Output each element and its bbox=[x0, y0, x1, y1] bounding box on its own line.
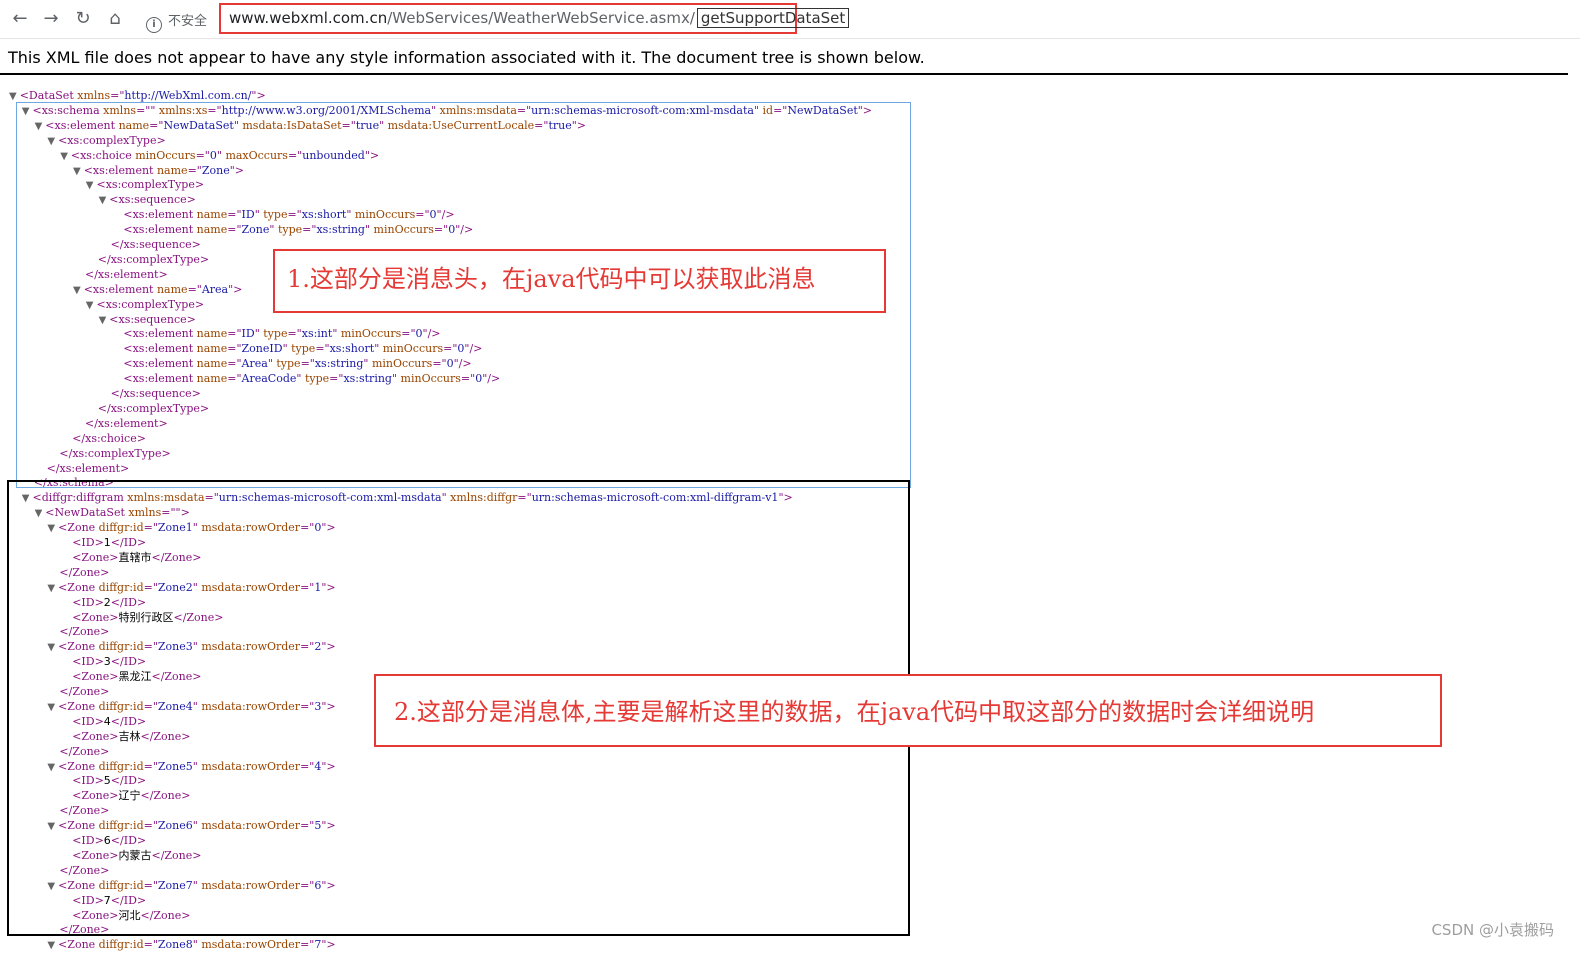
xml-token: "> bbox=[251, 89, 266, 102]
xml-token: xmlns bbox=[77, 89, 111, 102]
xml-token: http://WebXml.com.cn/ bbox=[124, 89, 252, 102]
xml-token: =" bbox=[300, 938, 315, 952]
xml-token: =" bbox=[143, 938, 158, 952]
forward-arrow-icon[interactable]: → bbox=[40, 8, 62, 30]
url-path: /WebServices/WeatherWebService.asmx/ bbox=[387, 9, 695, 27]
url-host: www.webxml.com.cn bbox=[229, 9, 388, 27]
xml-token: msdata:rowOrder bbox=[201, 938, 301, 952]
xml-token: =" bbox=[110, 89, 125, 102]
collapse-triangle-icon[interactable]: ▼ bbox=[47, 940, 55, 951]
info-icon: i bbox=[146, 17, 162, 33]
collapse-triangle-icon[interactable]: ▼ bbox=[9, 91, 17, 102]
browser-toolbar: ← → ↻ ⌂ i 不安全 www.webxml.com.cn/WebServic… bbox=[0, 0, 1580, 39]
xml-node-line[interactable]: ▼ <DataSet xmlns="http://WebXml.com.cn/"> bbox=[9, 88, 266, 103]
notice-divider bbox=[0, 73, 1568, 75]
header-annotation: 1.这部分是消息头，在java代码中可以获取此消息 bbox=[273, 249, 886, 313]
url-selected-text: getSupportDataSet bbox=[696, 8, 850, 28]
xml-token: <Zone bbox=[58, 938, 99, 952]
xml-token: diffgr:id bbox=[98, 938, 144, 952]
xml-style-notice: This XML file does not appear to have an… bbox=[8, 48, 925, 67]
xml-node-line[interactable]: ▼ <Zone diffgr:id="Zone8" msdata:rowOrder… bbox=[47, 937, 335, 952]
reload-icon[interactable]: ↻ bbox=[72, 8, 94, 30]
back-arrow-icon[interactable]: ← bbox=[9, 8, 31, 30]
xml-token: <DataSet bbox=[19, 89, 78, 102]
xml-token: Zone8 bbox=[157, 938, 193, 952]
csdn-watermark: CSDN @小袁搬码 bbox=[1431, 921, 1554, 939]
home-icon[interactable]: ⌂ bbox=[104, 8, 126, 30]
address-bar[interactable]: www.webxml.com.cn/WebServices/WeatherWeb… bbox=[229, 8, 850, 28]
security-indicator[interactable]: i 不安全 bbox=[146, 10, 207, 33]
xml-token: "> bbox=[321, 938, 336, 952]
body-annotation: 2.这部分是消息体,主要是解析这里的数据，在java代码中取这部分的数据时会详细… bbox=[374, 674, 1442, 747]
security-label: 不安全 bbox=[168, 14, 208, 29]
